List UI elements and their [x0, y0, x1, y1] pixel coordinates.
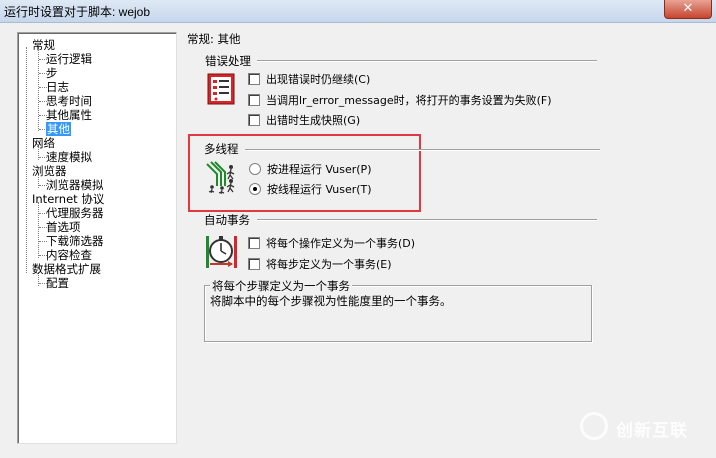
multithreading-label: 多线程 — [204, 142, 239, 156]
tree-item-log[interactable]: 日志 — [46, 80, 69, 94]
description-title: 将每个步骤定义为一个事务 — [210, 278, 352, 294]
description-text: 将脚本中的每个步骤视为性能度里的一个事务。 — [210, 294, 452, 308]
settings-tree[interactable]: 常规 运行逻辑 步 日志 思考时间 其他属性 其他 网络 速度模拟 浏览器 浏览… — [17, 32, 177, 444]
tree-item-think-time[interactable]: 思考时间 — [46, 94, 92, 108]
watermark-logo: 创新互联 — [580, 412, 712, 442]
close-icon: ✕ — [682, 1, 694, 16]
tree-item-internet-protocol[interactable]: Internet 协议 — [32, 192, 104, 206]
tree-connector — [38, 202, 39, 258]
continue-on-error-checkbox[interactable]: 出现错误时仍继续(C) — [248, 72, 370, 88]
tree-item-browser[interactable]: 浏览器 — [32, 164, 67, 178]
tree-item-network[interactable]: 网络 — [32, 136, 55, 150]
tree-item-speed-simulation[interactable]: 速度模拟 — [46, 150, 92, 164]
separator — [257, 219, 597, 221]
define-step-as-transaction-checkbox[interactable]: 将每步定义为一个事务(E) — [248, 257, 392, 273]
run-as-thread-radio[interactable]: 按线程运行 Vuser(T) — [249, 182, 372, 198]
error-handling-label: 错误处理 — [205, 54, 251, 68]
error-handling-icon — [207, 73, 235, 108]
define-action-as-transaction-checkbox[interactable]: 将每个操作定义为一个事务(D) — [248, 236, 415, 252]
tree-item-misc-properties[interactable]: 其他属性 — [46, 108, 92, 122]
tree-item-preferences[interactable]: 首选项 — [46, 220, 81, 234]
close-button[interactable]: ✕ — [664, 0, 712, 19]
watermark-logo-icon — [580, 412, 608, 440]
tree-item-proxy[interactable]: 代理服务器 — [46, 206, 104, 220]
auto-transactions-label: 自动事务 — [204, 213, 250, 227]
tree-item-browser-emulation[interactable]: 浏览器模拟 — [46, 178, 104, 192]
snapshot-on-error-checkbox[interactable]: 出错时生成快照(G) — [248, 113, 360, 129]
separator — [245, 149, 600, 151]
transaction-timer-icon — [204, 234, 240, 273]
tree-item-content-check[interactable]: 内容检查 — [46, 248, 92, 262]
tree-item-download-filters[interactable]: 下载筛选器 — [46, 234, 104, 248]
tree-item-run-logic[interactable]: 运行逻辑 — [46, 52, 92, 66]
tree-item-pacing[interactable]: 步 — [46, 66, 58, 80]
tree-connector — [26, 47, 27, 273]
run-as-process-radio[interactable]: 按进程运行 Vuser(P) — [249, 162, 371, 178]
title-bar: 运行时设置对于脚本: wejob ✕ — [0, 0, 716, 23]
fail-open-transactions-checkbox[interactable]: 当调用lr_error_message时，将打开的事务设置为失败(F) — [248, 93, 552, 109]
watermark-text: 创新互联 — [616, 421, 688, 441]
separator — [257, 60, 597, 62]
tree-item-miscellaneous[interactable]: 其他 — [46, 122, 71, 136]
tree-item-configuration[interactable]: 配置 — [46, 276, 69, 290]
tree-item-general[interactable]: 常规 — [32, 38, 55, 52]
tree-item-data-format-extension[interactable]: 数据格式扩展 — [32, 262, 101, 276]
multithreading-icon — [205, 160, 239, 197]
window-title: 运行时设置对于脚本: wejob — [4, 5, 151, 19]
panel-title: 常规: 其他 — [187, 32, 241, 46]
